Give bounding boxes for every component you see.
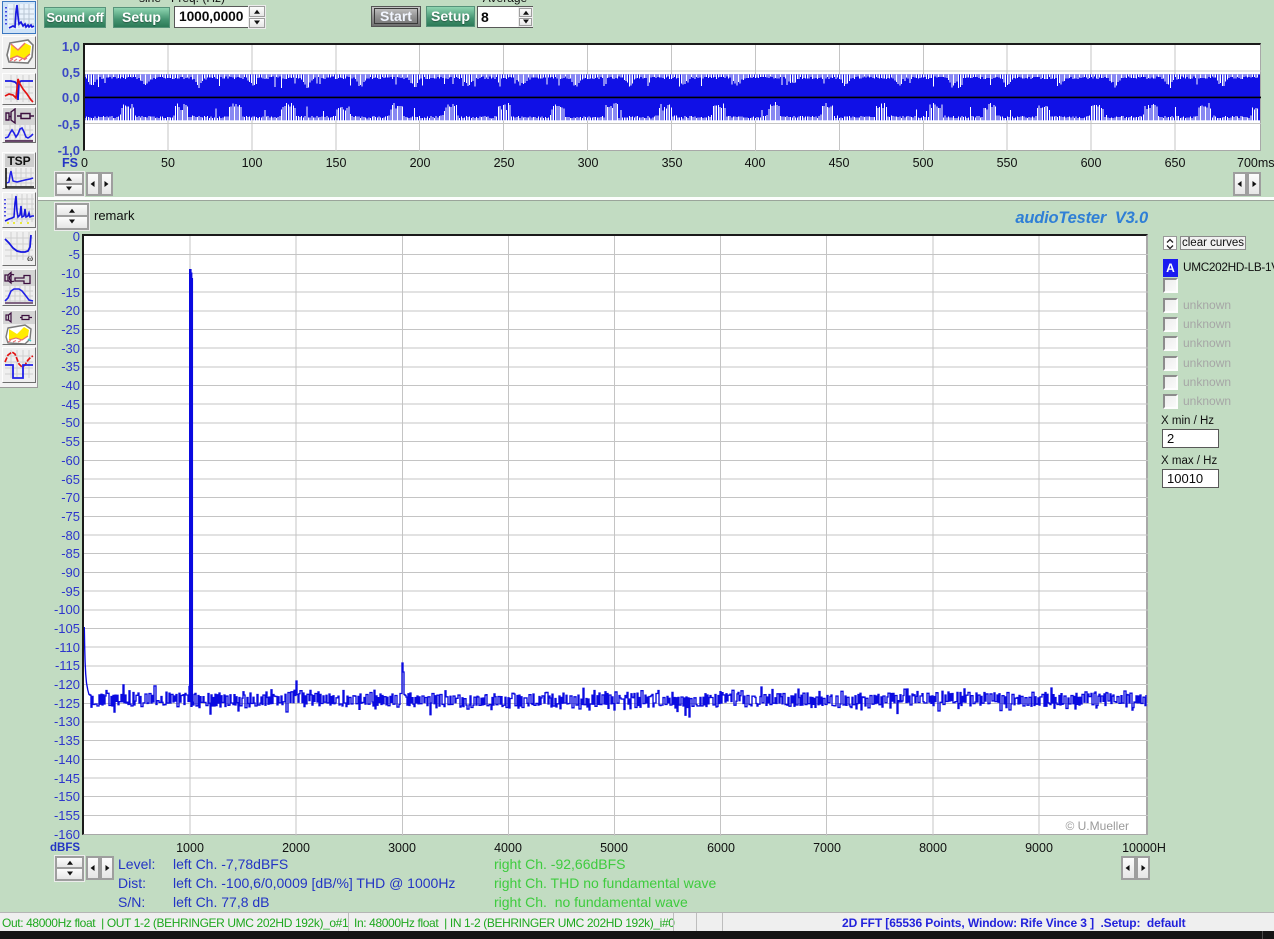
svg-text:TSP: TSP (7, 154, 30, 168)
svg-text:© U.Mueller: © U.Mueller (1065, 819, 1129, 833)
svg-text:ω: ω (27, 253, 33, 263)
